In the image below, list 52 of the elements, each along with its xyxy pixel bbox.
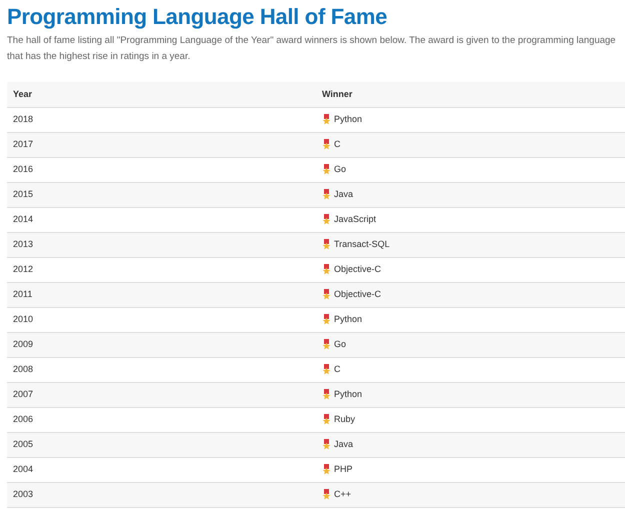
year-cell: 2016 bbox=[13, 164, 34, 174]
year-cell: 2018 bbox=[13, 114, 34, 124]
column-header: Year bbox=[13, 88, 32, 98]
medal-icon bbox=[322, 439, 331, 450]
winner-cell-text: Objective-C bbox=[334, 288, 382, 301]
winner-cell-text: Ruby bbox=[334, 412, 356, 426]
medal-icon bbox=[322, 464, 331, 475]
medal-icon bbox=[322, 339, 331, 350]
year-cell: 2011 bbox=[13, 288, 32, 299]
medal-icon bbox=[322, 139, 331, 150]
winner-cell-text: JavaScript bbox=[334, 212, 376, 226]
winner-cell-text: C bbox=[334, 362, 340, 376]
winner-cell-text: Transact-SQL bbox=[334, 238, 390, 251]
page-description: The hall of fame listing all "Programming Language of the Year" award winners is shown below. The award is given to the programming language that has the highest rise in ratings in a year. bbox=[7, 34, 617, 64]
winner-cell-text: Python bbox=[334, 388, 362, 401]
winner-cell-text: Java bbox=[334, 438, 354, 451]
year-cell: 2008 bbox=[13, 364, 34, 374]
medal-icon bbox=[322, 289, 331, 300]
winner-cell-text: Python bbox=[334, 312, 362, 326]
winner-cell-text: C++ bbox=[334, 488, 352, 501]
winner-cell-text: Java bbox=[334, 188, 354, 201]
winner-cell-text: Go bbox=[334, 162, 346, 176]
medal-icon bbox=[322, 114, 331, 125]
medal-icon bbox=[322, 314, 331, 325]
winner-cell-text: Python bbox=[334, 112, 362, 126]
year-cell: 2014 bbox=[13, 214, 34, 224]
year-cell: 2010 bbox=[13, 314, 34, 324]
medal-icon bbox=[322, 489, 331, 500]
column-header: Winner bbox=[322, 88, 352, 98]
year-cell: 2017 bbox=[13, 138, 34, 149]
winner-cell-text: Go bbox=[334, 338, 346, 351]
medal-icon bbox=[322, 239, 331, 250]
medal-icon bbox=[322, 414, 331, 425]
year-cell: 2006 bbox=[13, 414, 34, 424]
year-cell: 2009 bbox=[13, 338, 34, 349]
winner-cell-text: PHP bbox=[334, 462, 353, 476]
page-title: Programming Language Hall of Fame bbox=[7, 4, 388, 30]
year-cell: 2007 bbox=[13, 388, 34, 399]
year-cell: 2003 bbox=[13, 488, 34, 499]
medal-icon bbox=[322, 364, 331, 375]
medal-icon bbox=[322, 214, 331, 225]
medal-icon bbox=[322, 189, 331, 200]
medal-icon bbox=[322, 164, 331, 175]
winner-cell-text: Objective-C bbox=[334, 262, 382, 276]
year-cell: 2015 bbox=[13, 188, 34, 199]
medal-icon bbox=[322, 389, 331, 400]
year-cell: 2013 bbox=[13, 238, 34, 249]
year-cell: 2004 bbox=[13, 464, 34, 474]
winner-cell-text: C bbox=[334, 138, 340, 151]
year-cell: 2005 bbox=[13, 438, 34, 449]
year-cell: 2012 bbox=[13, 264, 34, 274]
medal-icon bbox=[322, 264, 331, 275]
